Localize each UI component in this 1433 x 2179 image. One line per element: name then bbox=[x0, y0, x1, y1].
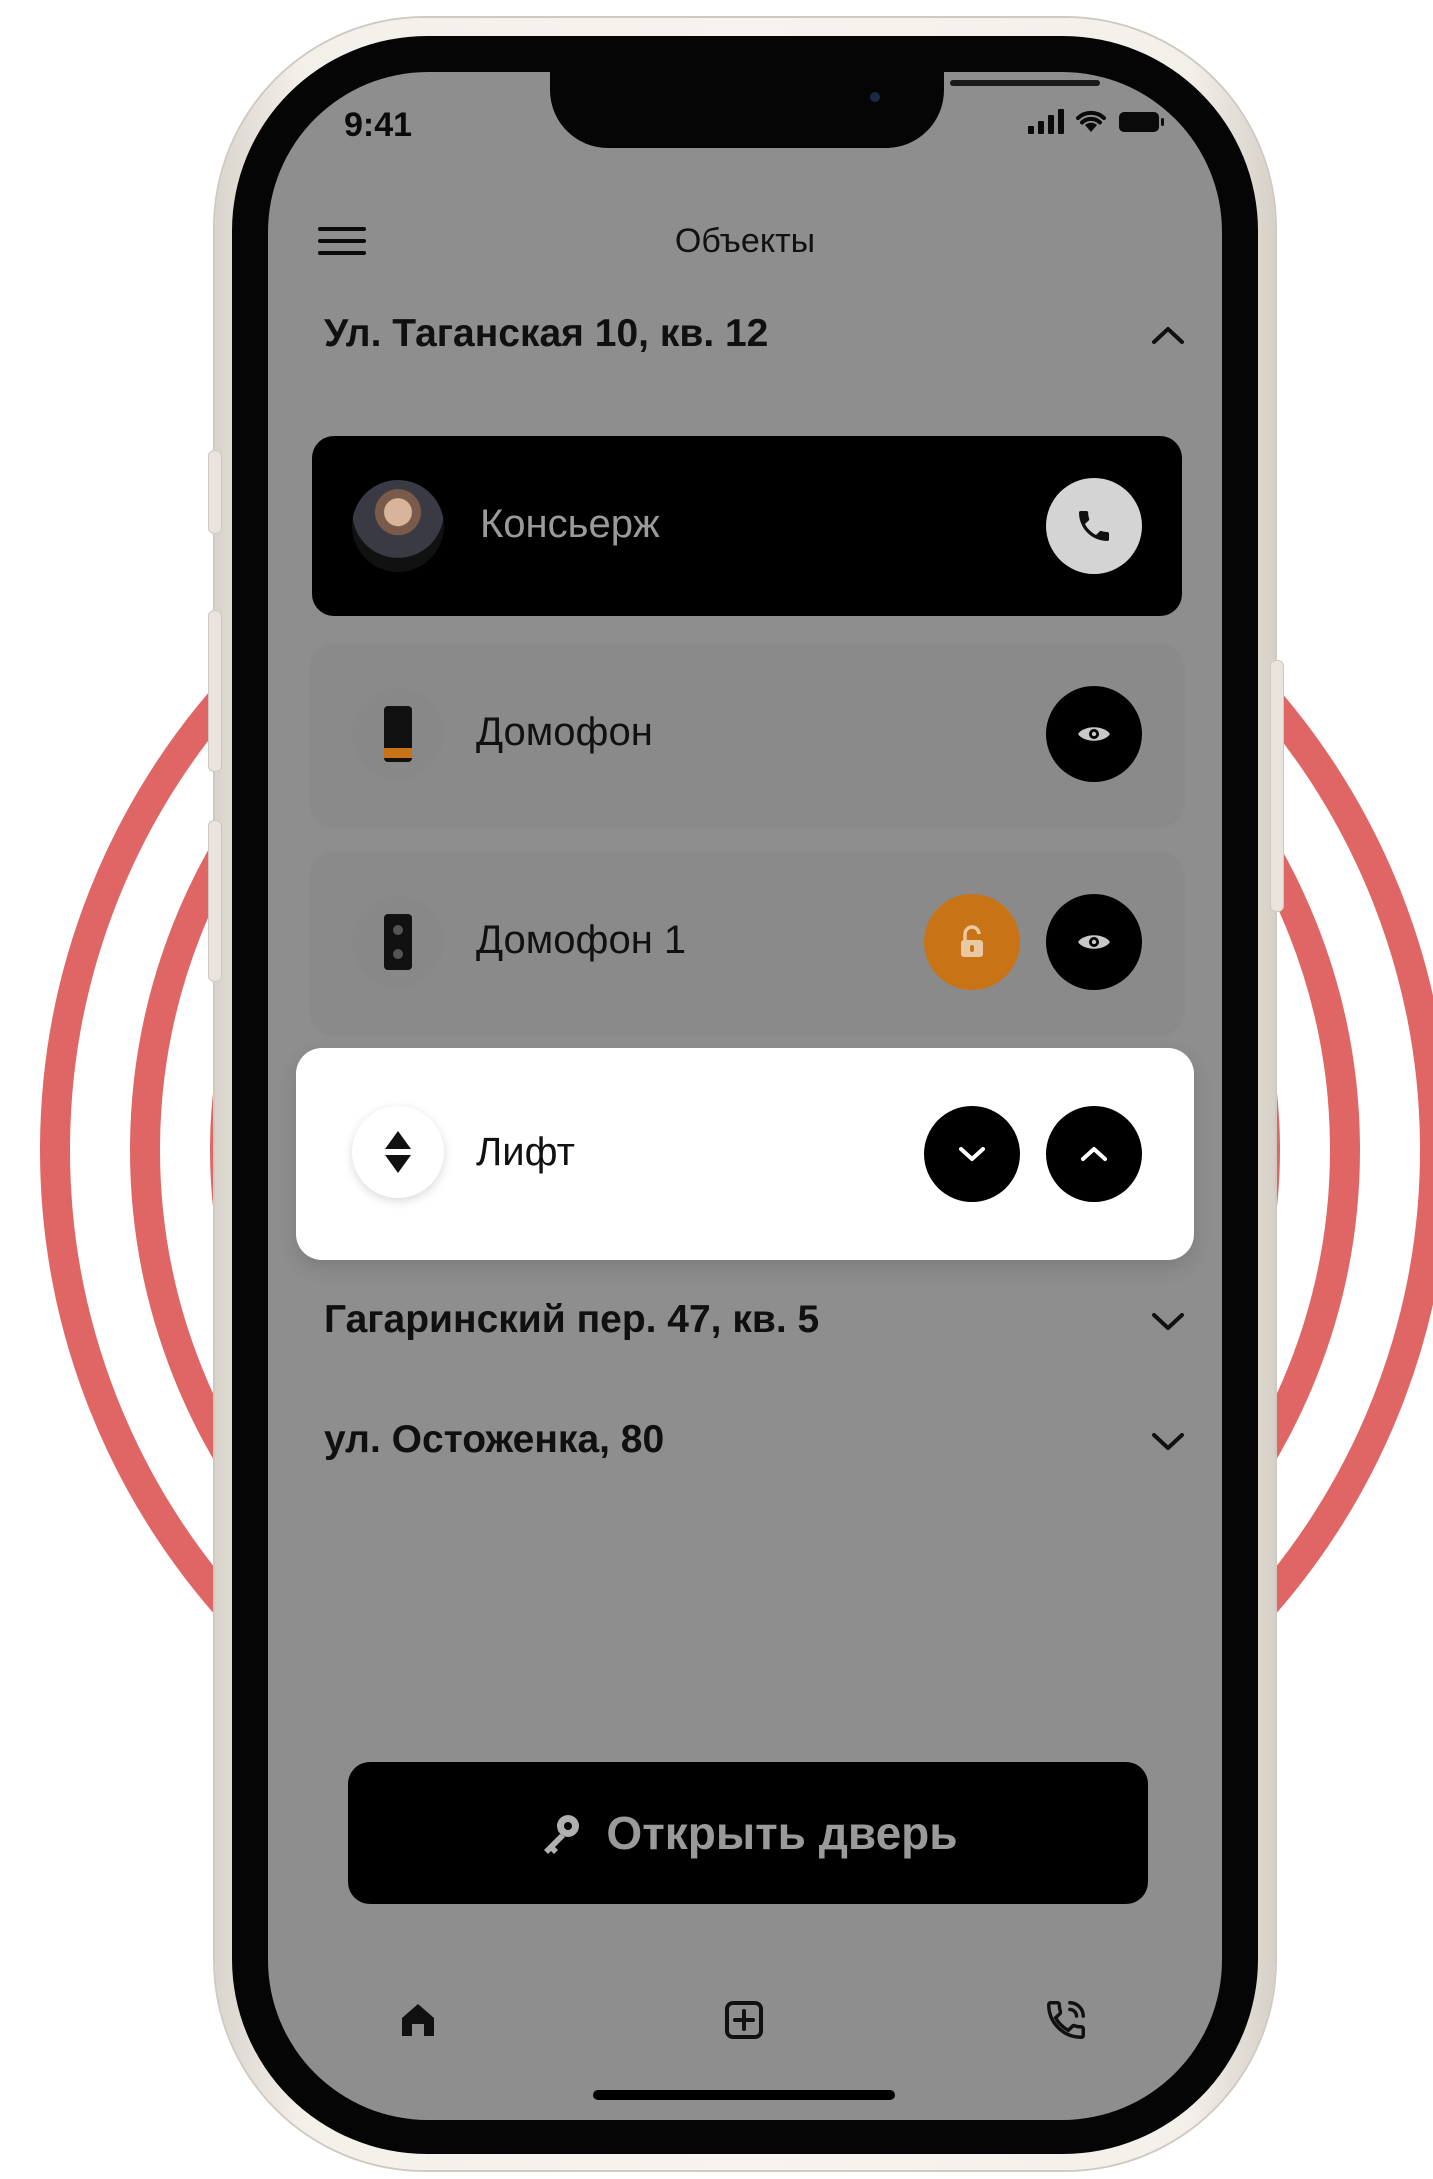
phone-icon bbox=[1079, 511, 1109, 541]
phone-side-button bbox=[1270, 660, 1284, 912]
unlock-button[interactable] bbox=[924, 894, 1020, 990]
elevator-down-button[interactable] bbox=[924, 1106, 1020, 1202]
list-item-elevator[interactable]: Лифт bbox=[296, 1048, 1194, 1260]
section-title[interactable]: Гагаринский пер. 47, кв. 5 bbox=[324, 1298, 819, 1342]
home-icon[interactable] bbox=[390, 1992, 446, 2048]
battery-icon bbox=[1119, 112, 1164, 132]
notch bbox=[550, 72, 1100, 148]
intercom-icon bbox=[352, 688, 444, 780]
updown-icon bbox=[352, 1106, 444, 1198]
section-title[interactable]: ул. Остоженка, 80 bbox=[324, 1418, 664, 1462]
chevron-down-icon bbox=[959, 1147, 985, 1161]
chevron-down-icon[interactable] bbox=[1148, 1428, 1188, 1454]
section-title[interactable]: Ул. Таганская 10, кв. 12 bbox=[324, 312, 768, 356]
view-button[interactable] bbox=[1046, 686, 1142, 782]
item-label: Домофон bbox=[476, 710, 653, 754]
page-title: Объекты bbox=[674, 222, 816, 260]
open-door-label: Открыть дверь bbox=[606, 1807, 958, 1859]
list-item-intercom[interactable]: Домофон bbox=[312, 644, 1182, 824]
eye-icon bbox=[1078, 727, 1110, 741]
view-button[interactable] bbox=[1046, 894, 1142, 990]
elevator-up-button[interactable] bbox=[1046, 1106, 1142, 1202]
item-label: Домофон 1 bbox=[476, 918, 687, 962]
chevron-up-icon bbox=[1081, 1147, 1107, 1161]
open-door-button[interactable]: Открыть дверь bbox=[348, 1762, 1148, 1904]
status-icons bbox=[1028, 108, 1166, 134]
phone-side-button bbox=[208, 610, 222, 772]
add-square-icon[interactable] bbox=[716, 1992, 772, 2048]
status-time: 9:41 bbox=[344, 106, 413, 144]
list-item-intercom-1[interactable]: Домофон 1 bbox=[312, 852, 1182, 1032]
avatar bbox=[352, 480, 444, 572]
item-label: Лифт bbox=[476, 1130, 575, 1174]
list-item-concierge[interactable]: Консьерж bbox=[312, 436, 1182, 616]
phone-call-icon[interactable] bbox=[1038, 1992, 1094, 2048]
phone-side-button bbox=[208, 450, 222, 534]
app-screen: 9:41 Объекты Ул. Таганская 10, кв. 12 Ко… bbox=[268, 72, 1222, 2120]
speaker bbox=[950, 80, 1100, 86]
eye-icon bbox=[1078, 935, 1110, 949]
signal-icon bbox=[1028, 108, 1064, 134]
call-button[interactable] bbox=[1046, 478, 1142, 574]
phone-side-button bbox=[208, 820, 222, 982]
key-icon bbox=[544, 1815, 580, 1854]
chevron-up-icon[interactable] bbox=[1148, 322, 1188, 348]
camera bbox=[870, 92, 880, 102]
unlock-icon bbox=[961, 925, 983, 957]
item-label: Консьерж bbox=[480, 502, 660, 546]
home-indicator[interactable] bbox=[593, 2090, 895, 2100]
wifi-icon bbox=[1076, 110, 1106, 132]
intercom-icon bbox=[352, 896, 444, 988]
chevron-down-icon[interactable] bbox=[1148, 1308, 1188, 1334]
